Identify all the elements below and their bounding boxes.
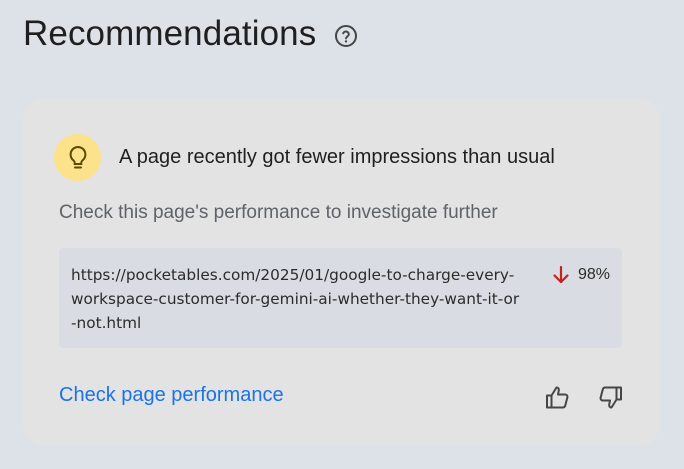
card-subtitle: Check this page's performance to investi… — [59, 202, 498, 223]
header: Recommendations — [23, 14, 358, 54]
card-title: A page recently got fewer impressions th… — [119, 146, 555, 168]
url-box: https://pocketables.com/2025/01/google-t… — [59, 248, 622, 348]
arrow-down-icon — [550, 264, 572, 286]
check-page-performance-link[interactable]: Check page performance — [59, 384, 284, 407]
impressions-change: 98% — [550, 263, 610, 287]
thumbs-down-icon[interactable] — [597, 384, 624, 411]
recommendation-card: A page recently got fewer impressions th… — [23, 98, 660, 446]
page-url: https://pocketables.com/2025/01/google-t… — [71, 266, 520, 332]
card-header: A page recently got fewer impressions th… — [54, 134, 555, 181]
change-value: 98% — [577, 266, 610, 283]
thumbs-up-icon[interactable] — [544, 384, 571, 411]
lightbulb-icon — [54, 134, 101, 181]
feedback-buttons — [544, 384, 624, 411]
help-circle-icon[interactable] — [334, 24, 358, 48]
page-title: Recommendations — [23, 14, 317, 53]
